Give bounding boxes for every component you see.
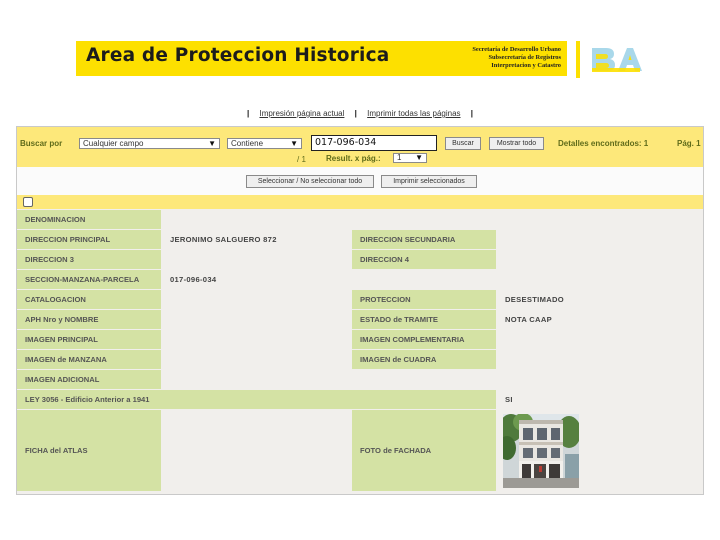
results-per-page-label: Result. x pág.: — [326, 154, 381, 163]
agency-line-3: Interpretacion y Catastro — [491, 62, 561, 69]
header-banner: Area de Proteccion Historica Secretaría … — [76, 41, 567, 76]
chevron-down-icon: ▼ — [208, 139, 216, 148]
field-label: DIRECCION PRINCIPAL — [17, 230, 161, 249]
grid-row: IMAGEN ADICIONAL — [17, 370, 703, 389]
page-total: / 1 — [297, 155, 306, 164]
field-value — [497, 330, 703, 349]
field-label: IMAGEN COMPLEMENTARIA — [352, 330, 496, 349]
field-label: DIRECCION SECUNDARIA — [352, 230, 496, 249]
field-label: PROTECCION — [352, 290, 496, 309]
search-by-label: Buscar por — [20, 139, 63, 148]
field-value — [162, 330, 351, 349]
page-title: Area de Proteccion Historica — [86, 45, 390, 66]
agency-subtitle: Secretaría de Desarrollo Urbano Subsecre… — [472, 46, 561, 70]
page-indicator: Pág. 1 — [677, 139, 701, 148]
record-select-row — [17, 195, 703, 209]
field-label: IMAGEN de CUADRA — [352, 350, 496, 369]
field-label: APH Nro y NOMBRE — [17, 310, 161, 329]
field-value: SI — [497, 390, 703, 409]
field-label: DENOMINACION — [17, 210, 161, 229]
search-field-select[interactable]: Cualquier campo ▼ — [79, 138, 220, 149]
show-all-button[interactable]: Mostrar todo — [489, 137, 544, 150]
grid-row: DIRECCION 3 DIRECCION 4 — [17, 250, 703, 269]
grid-row: IMAGEN de MANZANA IMAGEN de CUADRA — [17, 350, 703, 369]
details-found-count: Detalles encontrados: 1 — [558, 139, 649, 148]
logo-text: BA — [590, 44, 592, 45]
results-container: Buscar por Cualquier campo ▼ Contiene ▼ … — [16, 126, 704, 495]
logo-divider — [576, 41, 580, 78]
chevron-down-icon: ▼ — [415, 153, 423, 162]
field-label: IMAGEN PRINCIPAL — [17, 330, 161, 349]
grid-row: LEY 3056 - Edificio Anterior a 1941 SI — [17, 390, 703, 409]
field-value — [162, 250, 351, 269]
field-label: DIRECCION 4 — [352, 250, 496, 269]
search-input[interactable]: 017-096-034 — [311, 135, 437, 151]
selection-toolbar: Seleccionar / No seleccionar todo Imprim… — [17, 167, 703, 195]
print-all-pages-link[interactable]: Imprimir todas las páginas — [367, 109, 460, 118]
grid-row: APH Nro y NOMBRE ESTADO de TRAMITE NOTA … — [17, 310, 703, 329]
print-selected-button[interactable]: Imprimir seleccionados — [381, 175, 477, 188]
print-current-page-link[interactable]: Impresión página actual — [259, 109, 344, 118]
field-label: ESTADO de TRAMITE — [352, 310, 496, 329]
toggle-select-all-button[interactable]: Seleccionar / No seleccionar todo — [246, 175, 374, 188]
search-operator-value: Contiene — [231, 139, 264, 148]
agency-line-1: Secretaría de Desarrollo Urbano — [472, 46, 561, 53]
grid-row: CATALOGACION PROTECCION DESESTIMADO — [17, 290, 703, 309]
field-value: 017-096-034 — [162, 270, 703, 289]
link-separator: | — [246, 109, 250, 118]
field-label: IMAGEN de MANZANA — [17, 350, 161, 369]
search-button[interactable]: Buscar — [445, 137, 481, 150]
field-label: LEY 3056 - Edificio Anterior a 1941 — [17, 390, 496, 409]
field-label: FOTO de FACHADA — [352, 410, 496, 491]
field-value: JERONIMO SALGUERO 872 — [162, 230, 351, 249]
field-label: IMAGEN ADICIONAL — [17, 370, 161, 389]
results-per-page-value: 1 — [397, 153, 402, 162]
field-value — [497, 230, 703, 249]
field-value — [497, 250, 703, 269]
grid-row: FICHA del ATLAS FOTO de FACHADA — [17, 410, 703, 491]
field-value — [162, 310, 351, 329]
ba-logo-icon: BA — [590, 44, 642, 72]
link-separator: | — [470, 109, 473, 118]
search-field-value: Cualquier campo — [83, 139, 144, 148]
chevron-down-icon: ▼ — [290, 139, 298, 148]
field-value: DESESTIMADO — [497, 290, 703, 309]
results-per-page-select[interactable]: 1 ▼ — [393, 153, 427, 163]
grid-row: SECCION-MANZANA-PARCELA 017-096-034 — [17, 270, 703, 289]
field-value — [162, 350, 351, 369]
search-operator-select[interactable]: Contiene ▼ — [227, 138, 302, 149]
field-label: DIRECCION 3 — [17, 250, 161, 269]
agency-line-2: Subsecretaría de Registros — [488, 54, 561, 61]
field-value — [497, 350, 703, 369]
field-label: CATALOGACION — [17, 290, 161, 309]
grid-row: DIRECCION PRINCIPAL JERONIMO SALGUERO 87… — [17, 230, 703, 249]
record-checkbox[interactable] — [23, 197, 33, 207]
field-value — [162, 410, 351, 491]
link-separator: | — [354, 109, 357, 118]
field-value — [162, 370, 703, 389]
grid-row: IMAGEN PRINCIPAL IMAGEN COMPLEMENTARIA — [17, 330, 703, 349]
search-bar: Buscar por Cualquier campo ▼ Contiene ▼ … — [17, 127, 703, 167]
field-value: NOTA CAAP — [497, 310, 703, 329]
field-label: SECCION-MANZANA-PARCELA — [17, 270, 161, 289]
facade-photo[interactable] — [503, 414, 579, 488]
field-value — [162, 290, 351, 309]
print-links-bar: | Impresión página actual | Imprimir tod… — [0, 109, 720, 118]
grid-row: DENOMINACION — [17, 210, 703, 229]
field-value — [162, 210, 703, 229]
field-label: FICHA del ATLAS — [17, 410, 161, 491]
